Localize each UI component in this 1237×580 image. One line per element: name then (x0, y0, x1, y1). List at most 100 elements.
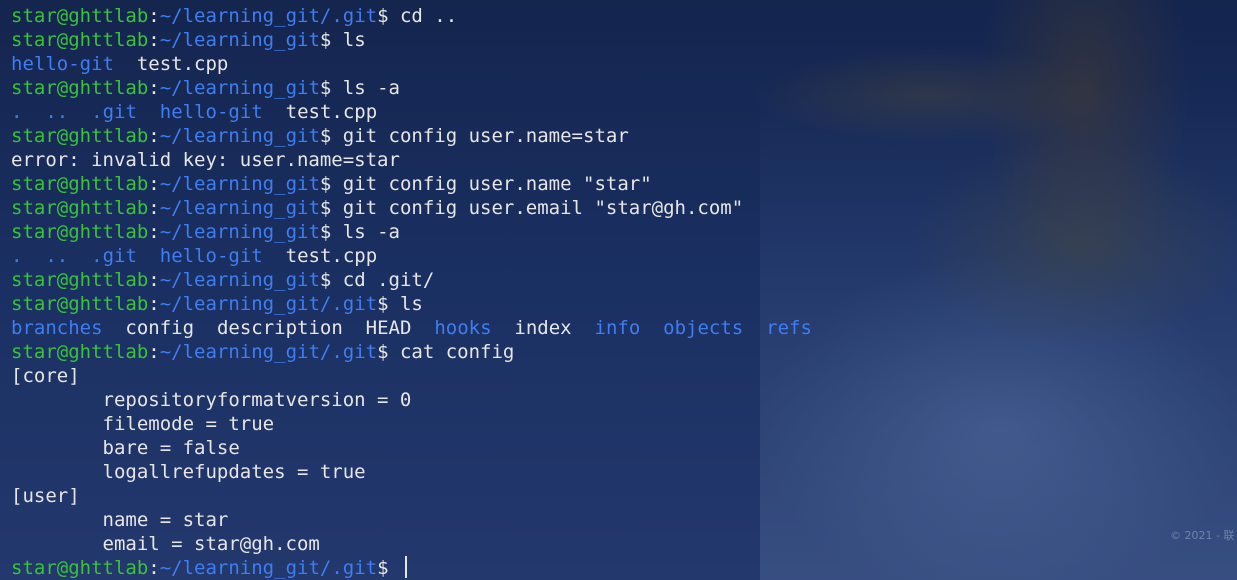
directory-entry: hello-git (159, 245, 263, 267)
prompt-path: ~/learning_git (159, 29, 320, 51)
command-text: ls (399, 293, 423, 315)
prompt-path: ~/learning_git (159, 77, 320, 99)
wallpaper-watermark: © 2021 - 联 (1170, 529, 1235, 542)
prompt-line: star@ghttlab:~/learning_git$ ls -a (11, 220, 812, 244)
directory-entry: .. (45, 101, 69, 123)
output-line: repositoryformatversion = 0 (11, 388, 812, 412)
prompt-line: star@ghttlab:~/learning_git$ git config … (11, 172, 812, 196)
text-cursor (404, 556, 407, 578)
prompt-line: star@ghttlab:~/learning_git$ cd .git/ (11, 268, 812, 292)
prompt-path: ~/learning_git/.git (159, 5, 378, 27)
output-text: [user] (11, 485, 80, 507)
command-text: ls (342, 29, 366, 51)
output-line: logallrefupdates = true (11, 460, 812, 484)
prompt-symbol: $ (319, 29, 343, 51)
prompt-symbol: $ (319, 125, 343, 147)
prompt-path: ~/learning_git/.git (159, 557, 378, 579)
command-text: git config user.name "star" (342, 173, 652, 195)
output-line: name = star (11, 508, 812, 532)
prompt-separator: : (148, 29, 160, 51)
prompt-line: star@ghttlab:~/learning_git$ git config … (11, 196, 812, 220)
prompt-separator: : (148, 221, 160, 243)
command-text: cd .. (399, 5, 458, 27)
ls-output-line: branches config description HEAD hooks i… (11, 316, 812, 340)
directory-entry: .. (45, 245, 69, 267)
directory-entry: hello-git (11, 53, 114, 75)
prompt-symbol: $ (377, 341, 400, 363)
prompt-symbol: $ (319, 269, 343, 291)
prompt-separator: : (148, 197, 160, 219)
prompt-symbol: $ (377, 5, 400, 27)
prompt-path: ~/learning_git (159, 125, 320, 147)
directory-entry: refs (766, 317, 812, 339)
file-entry: config (125, 317, 195, 339)
output-text: email = star@gh.com (11, 533, 320, 555)
prompt-path: ~/learning_git/.git (159, 293, 378, 315)
ls-output-line: hello-git test.cpp (11, 52, 812, 76)
prompt-separator: : (148, 77, 160, 99)
prompt-path: ~/learning_git (159, 269, 320, 291)
command-text: ls -a (342, 77, 400, 99)
file-entry: description (216, 317, 343, 339)
terminal-window[interactable]: © 2021 - 联 star@ghttlab:~/learning_git/.… (0, 0, 1237, 580)
output-text: name = star (11, 509, 229, 531)
command-text: cd .git/ (342, 269, 435, 291)
prompt-separator: : (148, 5, 160, 27)
command-text: cat config (399, 341, 515, 363)
prompt-line: star@ghttlab:~/learning_git/.git$ (11, 556, 812, 580)
prompt-user: star@ghttlab (11, 125, 149, 147)
prompt-line: star@ghttlab:~/learning_git$ git config … (11, 124, 812, 148)
ls-output-line: . .. .git hello-git test.cpp (11, 244, 812, 268)
prompt-separator: : (148, 269, 160, 291)
file-entry: test.cpp (285, 245, 378, 267)
directory-entry: objects (663, 317, 744, 339)
command-text: git config user.name=star (342, 125, 629, 147)
directory-entry: info (594, 317, 641, 339)
output-line: [core] (11, 364, 812, 388)
prompt-path: ~/learning_git (159, 221, 320, 243)
directory-entry: hello-git (159, 101, 263, 123)
prompt-line: star@ghttlab:~/learning_git$ ls (11, 28, 812, 52)
prompt-user: star@ghttlab (11, 5, 149, 27)
background-wallpaper (760, 80, 1237, 580)
prompt-user: star@ghttlab (11, 197, 149, 219)
directory-entry: hooks (434, 317, 492, 339)
prompt-symbol: $ (319, 221, 343, 243)
output-text: error: invalid key: user.name=star (11, 149, 400, 171)
prompt-separator: : (148, 293, 160, 315)
output-text: repositoryformatversion = 0 (11, 389, 412, 411)
command-text: git config user.email "star@gh.com" (342, 197, 744, 219)
prompt-path: ~/learning_git (159, 197, 320, 219)
command-text: ls -a (342, 221, 400, 243)
file-entry: index (514, 317, 572, 339)
output-line: [user] (11, 484, 812, 508)
prompt-line: star@ghttlab:~/learning_git/.git$ cd .. (11, 4, 812, 28)
directory-entry: .git (91, 101, 137, 123)
terminal-output[interactable]: star@ghttlab:~/learning_git/.git$ cd .. s… (11, 4, 812, 580)
prompt-user: star@ghttlab (11, 173, 149, 195)
prompt-symbol: $ (319, 173, 343, 195)
output-line: error: invalid key: user.name=star (11, 148, 812, 172)
ls-output-line: . .. .git hello-git test.cpp (11, 100, 812, 124)
prompt-line: star@ghttlab:~/learning_git$ ls -a (11, 76, 812, 100)
output-text: bare = false (11, 437, 240, 459)
prompt-user: star@ghttlab (11, 221, 149, 243)
output-line: email = star@gh.com (11, 532, 812, 556)
output-text: [core] (11, 365, 80, 387)
prompt-path: ~/learning_git/.git (159, 341, 378, 363)
directory-entry: branches (11, 317, 103, 339)
directory-entry: . (11, 101, 23, 123)
output-text: filemode = true (11, 413, 275, 435)
directory-entry: .git (91, 245, 137, 267)
prompt-symbol: $ (319, 77, 343, 99)
prompt-user: star@ghttlab (11, 557, 149, 579)
prompt-line: star@ghttlab:~/learning_git/.git$ ls (11, 292, 812, 316)
file-entry: test.cpp (136, 53, 229, 75)
file-entry: test.cpp (285, 101, 378, 123)
prompt-path: ~/learning_git (159, 173, 320, 195)
prompt-user: star@ghttlab (11, 293, 149, 315)
prompt-user: star@ghttlab (11, 77, 149, 99)
prompt-separator: : (148, 125, 160, 147)
prompt-user: star@ghttlab (11, 269, 149, 291)
prompt-separator: : (148, 557, 160, 579)
